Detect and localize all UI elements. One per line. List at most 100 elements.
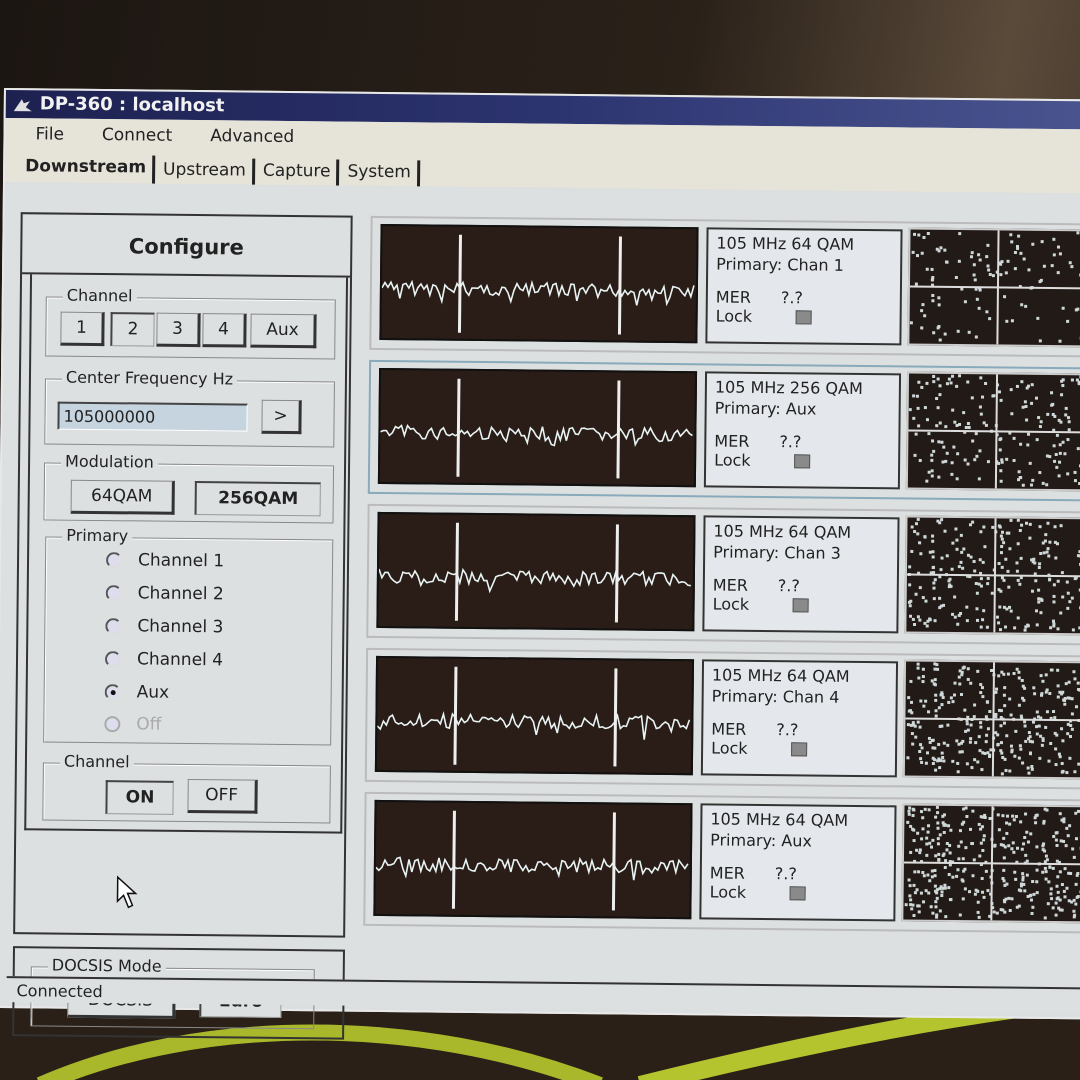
radio-button[interactable] [104, 651, 122, 668]
constellation-point [959, 533, 963, 537]
constellation-point [909, 679, 913, 683]
constellation-point [953, 420, 957, 424]
tab-downstream[interactable]: Downstream [21, 154, 156, 184]
constellation-point [1045, 688, 1049, 692]
constellation-point [979, 530, 983, 534]
constellation-point [978, 558, 982, 562]
tab-capture[interactable]: Capture [258, 158, 340, 186]
constellation-point [958, 682, 962, 686]
constellation-point [1041, 481, 1045, 485]
constellation-point [948, 851, 952, 855]
primary-option-aux[interactable]: Aux [104, 682, 169, 703]
constellation-point [1004, 769, 1008, 773]
constellation-point [940, 691, 944, 695]
constellation-point [1038, 525, 1042, 529]
channel-button-aux[interactable]: Aux [250, 313, 317, 349]
constellation-point [908, 565, 912, 569]
primary-option-channel-1[interactable]: Channel 1 [105, 550, 224, 571]
constellation-point [1035, 845, 1039, 849]
constellation-display [904, 515, 1080, 636]
channel-off-button[interactable]: OFF [187, 778, 258, 814]
constellation-point [1019, 820, 1023, 824]
constellation-point [914, 522, 919, 526]
apply-frequency-button[interactable]: > [261, 399, 302, 435]
menu-connect[interactable]: Connect [102, 125, 173, 146]
constellation-point [1028, 461, 1032, 465]
channel-edge-marker [611, 812, 616, 911]
radio-button[interactable] [105, 585, 122, 602]
constellation-point [1012, 671, 1016, 676]
constellation-point [1053, 540, 1057, 544]
constellation-point [1008, 547, 1012, 551]
constellation-point [1054, 838, 1058, 842]
constellation-point [1052, 583, 1056, 587]
channel-button-3[interactable]: 3 [156, 312, 201, 348]
constellation-point [910, 525, 914, 529]
constellation-point [960, 878, 964, 882]
constellation-point [1060, 762, 1064, 766]
constellation-point [999, 534, 1003, 538]
constellation-point [1055, 843, 1059, 847]
spectrum-display [374, 655, 695, 776]
constellation-point [1045, 454, 1049, 458]
radio-button-checked[interactable] [104, 684, 121, 701]
constellation-point [947, 824, 951, 828]
lock-indicator [791, 741, 808, 756]
menu-file[interactable]: File [35, 124, 64, 144]
primary-option-channel-2[interactable]: Channel 2 [105, 583, 224, 604]
channel-button-1[interactable]: 1 [60, 311, 105, 347]
constellation-point [921, 596, 925, 600]
constellation-point [942, 445, 946, 449]
constellation-point [965, 815, 969, 819]
mer-label: MER [709, 863, 745, 883]
constellation-point [1057, 752, 1061, 756]
primary-option-channel-3[interactable]: Channel 3 [105, 616, 223, 637]
channel-button-4[interactable]: 4 [202, 313, 247, 348]
modulation-64qam-button[interactable]: 64QAM [70, 479, 175, 515]
constellation-display [905, 371, 1080, 492]
constellation-point [919, 810, 923, 814]
constellation-point [1054, 453, 1058, 457]
channel-button-2[interactable]: 2 [110, 312, 155, 347]
constellation-point [907, 812, 911, 816]
constellation-point [945, 260, 949, 264]
constellation-point [1048, 865, 1052, 869]
constellation-point [1002, 836, 1006, 840]
radio-button[interactable] [105, 618, 122, 635]
constellation-point [981, 395, 985, 399]
radio-button[interactable] [105, 552, 123, 569]
constellation-point [986, 576, 990, 580]
constellation-point [1011, 841, 1015, 845]
center-frequency-input[interactable] [57, 401, 248, 432]
constellation-point [956, 868, 960, 872]
freq-modulation: 105 MHz 64 QAM [713, 521, 852, 542]
constellation-point [955, 538, 959, 542]
constellation-point [936, 826, 940, 830]
constellation-point [923, 535, 927, 539]
constellation-point [960, 673, 964, 677]
channel-on-button[interactable]: ON [105, 780, 174, 815]
constellation-point [909, 599, 913, 603]
constellation-point [963, 867, 967, 871]
constellation-point [986, 264, 990, 268]
constellation-point [1024, 521, 1029, 525]
constellation-point [921, 303, 925, 307]
tab-upstream[interactable]: Upstream [158, 157, 256, 185]
constellation-point [956, 761, 960, 765]
mer-value: ?.? [779, 432, 802, 452]
constellation-point [931, 550, 935, 554]
constellation-point [973, 458, 977, 462]
constellation-point [942, 830, 946, 835]
tab-system[interactable]: System [343, 159, 421, 187]
channel-group-label: Channel [62, 285, 137, 306]
primary-option-channel-4[interactable]: Channel 4 [104, 649, 223, 670]
constellation-point [1061, 306, 1065, 310]
constellation-point [971, 809, 975, 813]
constellation-point [1000, 772, 1004, 776]
constellation-point [916, 406, 920, 410]
constellation-point [937, 475, 941, 479]
constellation-axis-q [993, 518, 997, 633]
menu-advanced[interactable]: Advanced [210, 126, 294, 147]
constellation-point [1023, 889, 1027, 893]
modulation-256qam-button[interactable]: 256QAM [194, 481, 321, 517]
